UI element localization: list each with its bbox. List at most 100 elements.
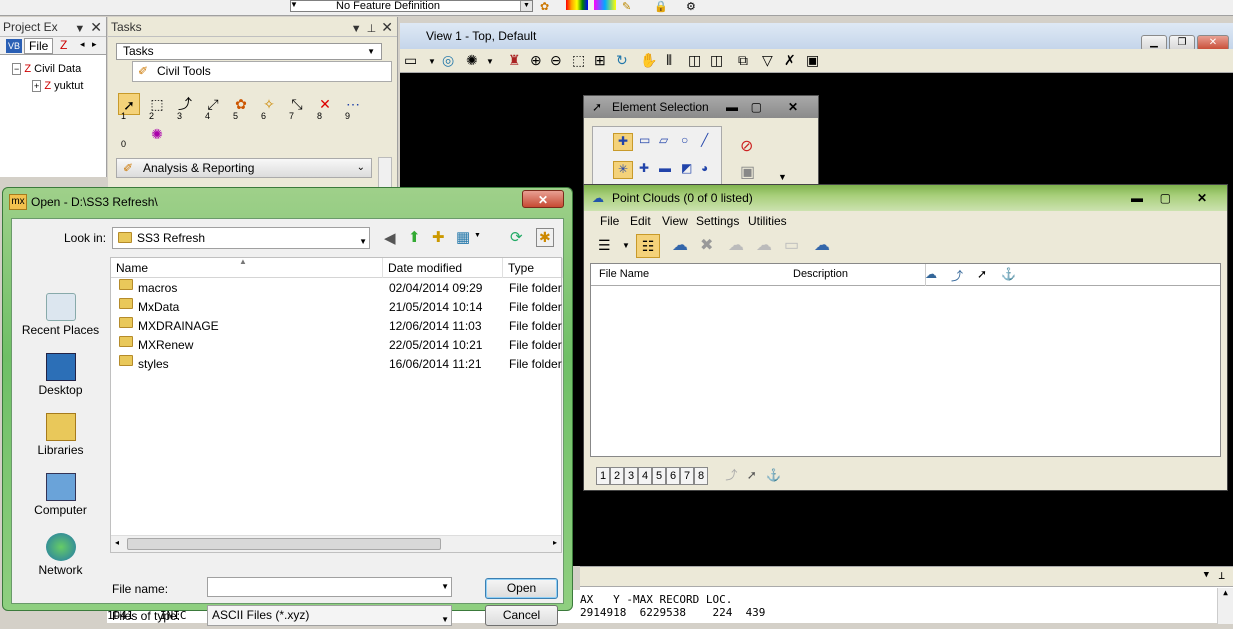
window-area-icon[interactable]: ⬚ <box>572 52 585 69</box>
subtract-mode-icon[interactable]: ▬ <box>659 161 671 175</box>
scroll-thumb[interactable] <box>127 538 441 550</box>
menu-file[interactable]: File <box>600 214 619 228</box>
file-row[interactable]: styles 16/06/2014 11:21 File folder <box>111 355 562 374</box>
civil-tools-header[interactable]: ✐ Civil Tools <box>132 61 392 82</box>
column-type[interactable]: Type <box>503 258 563 278</box>
open-button[interactable]: Open <box>485 578 558 599</box>
add-mode-icon[interactable]: ✚ <box>639 161 649 175</box>
zoom-in-icon[interactable]: ⊕ <box>530 52 542 69</box>
column-name[interactable]: Name ▲ <box>111 257 383 278</box>
lighting-icon[interactable]: ✺ <box>466 52 478 69</box>
place-desktop[interactable]: Desktop <box>12 353 109 397</box>
chevron-down-icon[interactable]: ▼ <box>428 57 436 66</box>
maximize-button[interactable]: ▢ <box>1160 185 1171 211</box>
pan-view-icon[interactable]: ✋ <box>640 52 657 69</box>
clip-mask-icon[interactable]: ✗ <box>784 52 796 69</box>
menu-edit[interactable]: Edit <box>630 214 651 228</box>
circle-select-icon[interactable]: ○ <box>681 133 688 147</box>
chevron-down-icon[interactable]: ▼ <box>486 57 494 66</box>
tree-item-yuktut[interactable]: + Z yuktut <box>32 80 83 92</box>
view-menu-icon[interactable]: ▦ <box>456 228 470 246</box>
convert-icon[interactable]: ☁ <box>814 235 830 255</box>
camera-icon[interactable]: ▣ <box>806 52 819 69</box>
tree-item-civil-data[interactable]: − Z Civil Data <box>12 63 81 75</box>
remove-icon[interactable]: ☁ <box>756 235 772 255</box>
display-column-icon[interactable]: ☁ <box>925 267 937 281</box>
vba-icon[interactable]: VB <box>6 39 22 53</box>
point-clouds-list[interactable]: File Name Description ☁ ⤴ ➚ ⚓ <box>590 263 1221 457</box>
view-number-button[interactable]: 8 <box>694 467 708 485</box>
analysis-reporting-header[interactable]: ✐ Analysis & Reporting ⌄ <box>116 158 372 178</box>
locate-icon[interactable]: ➚ <box>747 468 757 482</box>
file-row[interactable]: MXRenew 22/05/2014 10:21 File folder <box>111 336 562 355</box>
chevron-down-icon[interactable]: ▼ <box>441 610 449 629</box>
locate-column-icon[interactable]: ➚ <box>977 267 987 281</box>
network-icon[interactable]: ⚙ <box>686 0 696 13</box>
view-attributes-icon[interactable]: ▭ <box>404 52 417 69</box>
refresh-icon[interactable]: ⟳ <box>510 228 523 246</box>
chevron-down-icon[interactable]: ▼ <box>441 582 449 591</box>
update-view-icon[interactable]: ♜ <box>508 52 521 69</box>
detail-view-icon[interactable]: ☷ <box>636 234 660 258</box>
collapse-icon[interactable]: − <box>12 63 22 75</box>
display-style-icon[interactable]: ◎ <box>442 52 454 69</box>
close-button[interactable]: ✕ <box>788 96 798 118</box>
individual-select-icon[interactable]: ✚ <box>613 133 633 151</box>
rotate-view-icon[interactable]: ↻ <box>616 52 628 69</box>
palette-icon[interactable]: ✿ <box>540 0 549 13</box>
explode-tool-button[interactable]: ✺ <box>146 123 168 145</box>
line-select-icon[interactable]: ╱ <box>701 133 708 147</box>
file-name-input[interactable]: ▼ <box>207 577 452 597</box>
column-date-modified[interactable]: Date modified <box>383 258 503 278</box>
chevron-down-icon[interactable]: ▼ <box>367 44 375 59</box>
place-computer[interactable]: Computer <box>12 473 109 517</box>
view-number-button[interactable]: 7 <box>680 467 694 485</box>
place-recent-places[interactable]: Recent Places <box>12 293 109 337</box>
place-libraries[interactable]: Libraries <box>12 413 109 457</box>
fit-view-icon[interactable]: ⊞ <box>594 52 606 69</box>
close-icon[interactable]: ✕ <box>381 19 393 35</box>
attach-icon[interactable]: ☁ <box>672 235 688 255</box>
menu-settings[interactable]: Settings <box>696 214 739 228</box>
tasks-combo[interactable]: Tasks ▼ <box>116 43 382 60</box>
copy-view-icon[interactable]: ⧉ <box>738 52 748 69</box>
output-scrollbar[interactable]: ▲ <box>1217 588 1233 624</box>
favourite-folder-icon[interactable]: ✱ <box>536 228 554 247</box>
file-row[interactable]: MXDRAINAGE 12/06/2014 11:03 File folder <box>111 317 562 336</box>
minimize-button[interactable]: ▬ <box>1131 185 1143 211</box>
close-button[interactable]: ✕ <box>522 190 564 208</box>
close-icon[interactable]: ✕ <box>90 19 102 35</box>
view-number-button[interactable]: 3 <box>624 467 638 485</box>
pin-icon[interactable]: ⊥ <box>367 23 377 35</box>
walk-icon[interactable]: ⦀ <box>666 52 672 69</box>
view-next-icon[interactable]: ◫ <box>710 52 723 69</box>
feature-definition-select[interactable]: No Feature Definition ▼ <box>290 0 533 12</box>
menu-view[interactable]: View <box>662 214 688 228</box>
render-icon[interactable] <box>594 0 616 10</box>
view-number-button[interactable]: 2 <box>610 467 624 485</box>
close-button[interactable]: ✕ <box>1197 185 1207 211</box>
zoom-out-icon[interactable]: ⊖ <box>550 52 562 69</box>
color-table-icon[interactable] <box>566 0 588 10</box>
file-list[interactable]: Name ▲ Date modified Type macros 02/04/20… <box>110 257 563 553</box>
chevron-down-icon[interactable]: ▼ <box>74 23 85 35</box>
up-folder-icon[interactable]: ⬆ <box>408 228 421 246</box>
brush-icon[interactable]: ✎ <box>622 0 631 13</box>
chevron-down-icon[interactable]: ▼ <box>474 232 481 239</box>
new-mode-icon[interactable]: ✳ <box>613 161 633 179</box>
select-all-icon[interactable]: ▣ <box>740 162 755 182</box>
detach-icon[interactable]: ✖ <box>700 235 713 255</box>
look-in-select[interactable]: SS3 Refresh ▼ <box>112 227 370 249</box>
file-row[interactable]: macros 02/04/2014 09:29 File folder <box>111 279 562 298</box>
chevron-down-icon[interactable]: ▼ <box>622 241 630 250</box>
pin-icon[interactable]: ⊥ <box>1218 569 1225 582</box>
deselect-all-icon[interactable]: ⊘ <box>740 136 753 156</box>
new-folder-icon[interactable]: ✚ <box>432 228 445 246</box>
shape-select-icon[interactable]: ▱ <box>659 133 668 147</box>
view-previous-icon[interactable]: ◫ <box>688 52 701 69</box>
column-file-name[interactable]: File Name <box>599 268 649 280</box>
civil-icon[interactable]: Z <box>60 38 67 52</box>
menu-utilities[interactable]: Utilities <box>748 214 787 228</box>
chevron-down-icon[interactable]: ▼ <box>520 1 532 11</box>
chevron-down-icon[interactable]: ▼ <box>290 0 298 9</box>
